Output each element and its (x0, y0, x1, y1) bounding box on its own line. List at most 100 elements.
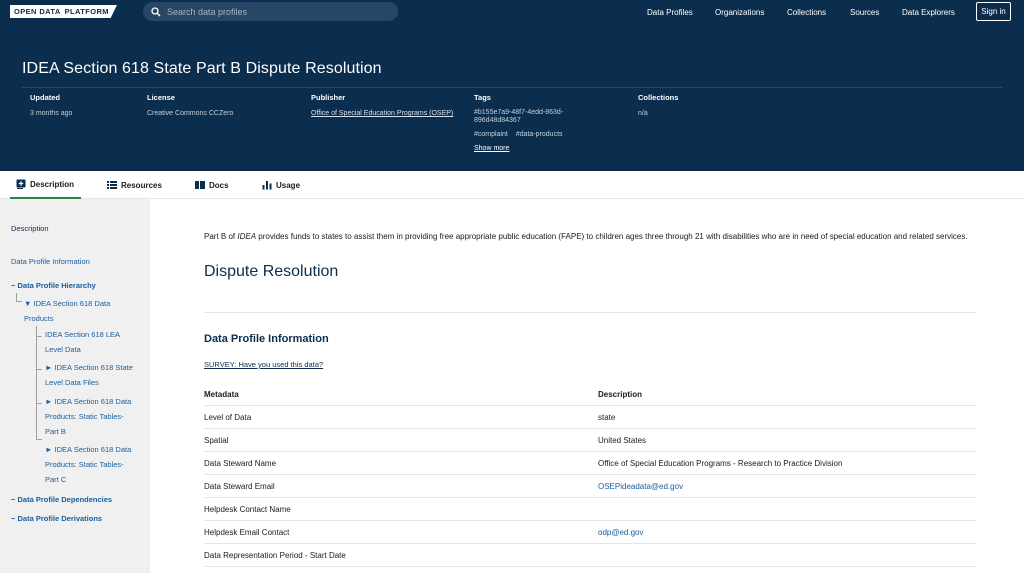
meta-license-label: License (147, 93, 175, 102)
tag-data-products[interactable]: #data-products (516, 131, 563, 138)
sidebar-item-derivations[interactable]: − Data Profile Derivations (11, 514, 102, 523)
tab-docs-label: Docs (209, 180, 229, 190)
table-row: Helpdesk Contact Name (204, 498, 976, 521)
table-row: Spatial United States (204, 429, 976, 452)
meta-tags-label: Tags (474, 93, 491, 102)
table-row: Level of Data state (204, 406, 976, 429)
show-more-link[interactable]: Show more (474, 145, 563, 153)
tab-usage[interactable]: Usage (262, 171, 300, 199)
tree-connector (16, 293, 17, 301)
tab-resources-label: Resources (121, 180, 162, 190)
expanded-triangle-icon: ▼ (24, 299, 32, 308)
row-key: Helpdesk Email Contact (204, 528, 290, 537)
tree-item-state-level-label: IDEA Section 618 State Level Data Files (45, 363, 133, 387)
tab-description-label: Description (30, 179, 75, 189)
site-logo[interactable]: OPEN DATA PLATFORM (10, 5, 117, 18)
row-key: Data Steward Email (204, 482, 275, 491)
table-header-row: Metadata Description (204, 383, 976, 406)
sidebar-item-profile-information[interactable]: Data Profile Information (11, 257, 90, 266)
intro-text-rest: provides funds to states to assist them … (256, 232, 968, 241)
collapse-minus-icon: − (11, 281, 16, 290)
tab-resources[interactable]: Resources (107, 171, 162, 199)
tab-description[interactable]: Description (10, 171, 81, 199)
tree-item-data-products-label: IDEA Section 618 Data Products (24, 299, 111, 323)
collapsed-triangle-icon: ► (45, 363, 53, 372)
intro-text: Part B of (204, 232, 238, 241)
tab-docs[interactable]: Docs (195, 171, 229, 199)
table-row: Helpdesk Email Contact odp@ed.gov (204, 521, 976, 544)
logo-text-platform: PLATFORM (64, 5, 117, 18)
steward-email-link[interactable]: OSEPideadata@ed.gov (598, 482, 683, 491)
search-icon (151, 6, 161, 16)
helpdesk-email-link[interactable]: odp@ed.gov (598, 528, 644, 537)
nav-link-data-profiles[interactable]: Data Profiles (647, 8, 693, 17)
publisher-link[interactable]: Office of Special Education Programs (OS… (311, 110, 453, 118)
sidebar-item-dependencies[interactable]: − Data Profile Dependencies (11, 495, 112, 504)
profile-header: IDEA Section 618 State Part B Dispute Re… (0, 24, 1024, 171)
tree-item-static-b-label: IDEA Section 618 Data Products: Static T… (45, 397, 132, 436)
meta-publisher-label: Publisher (311, 93, 346, 102)
collapse-minus-icon: − (11, 495, 16, 504)
collapsed-triangle-icon: ► (45, 397, 53, 406)
main-content: Part B of IDEA provides funds to states … (150, 199, 1024, 573)
page-title: IDEA Section 618 State Part B Dispute Re… (22, 60, 382, 77)
tag-row: #complaint #data-products (474, 131, 563, 139)
survey-link[interactable]: SURVEY: Have you used this data? (204, 360, 323, 369)
meta-collections-label: Collections (638, 93, 679, 102)
table-row: Data Steward Email OSEPideadata@ed.gov (204, 475, 976, 498)
row-key: Spatial (204, 436, 229, 445)
tree-connector (36, 369, 42, 370)
meta-tags: Tags #b155e7a9-48f7-4edd-863d- 896d48d84… (474, 93, 563, 153)
metadata-table: Metadata Description Level of Data state… (204, 383, 976, 567)
row-value: United States (598, 436, 647, 445)
tree-connector (36, 403, 42, 404)
row-key: Helpdesk Contact Name (204, 505, 291, 514)
meta-license: License Creative Commons CCZero (147, 93, 233, 118)
nav-link-sources[interactable]: Sources (850, 8, 879, 17)
tab-bar: Description Resources Docs Usage (0, 171, 1024, 199)
meta-publisher: Publisher Office of Special Education Pr… (311, 93, 453, 118)
plus-box-icon (16, 179, 26, 189)
tag-id-line1[interactable]: #b155e7a9-48f7-4edd-863d- (474, 109, 563, 117)
tree-item-lea-level-data[interactable]: IDEA Section 618 LEA Level Data (45, 327, 137, 357)
tree-item-state-level-data-files[interactable]: ► IDEA Section 618 State Level Data File… (45, 360, 137, 390)
row-value: Office of Special Education Programs - R… (598, 459, 843, 468)
search-bar[interactable] (143, 2, 398, 21)
bar-chart-icon (262, 180, 272, 190)
search-input[interactable] (167, 6, 387, 17)
row-key: Data Steward Name (204, 459, 277, 468)
sidebar-item-hierarchy[interactable]: − Data Profile Hierarchy (11, 281, 96, 290)
nav-link-collections[interactable]: Collections (787, 8, 826, 17)
collapsed-triangle-icon: ► (45, 445, 53, 454)
tree-item-data-products[interactable]: ▼ IDEA Section 618 Data Products (24, 296, 134, 326)
meta-updated-label: Updated (30, 93, 60, 102)
tag-id-line2[interactable]: 896d48d84367 (474, 117, 563, 125)
meta-collections-value: n/a (638, 110, 648, 117)
nav-link-data-explorers[interactable]: Data Explorers (902, 8, 955, 17)
tree-connector (36, 336, 42, 337)
collapse-minus-icon: − (11, 514, 16, 523)
tag-list: #b155e7a9-48f7-4edd-863d- 896d48d84367 #… (474, 109, 563, 153)
sidebar-hierarchy-label: Data Profile Hierarchy (17, 281, 96, 290)
section-divider (204, 312, 976, 313)
row-key: Level of Data (204, 413, 252, 422)
sign-in-button[interactable]: Sign in (976, 2, 1011, 21)
sidebar-dependencies-label: Data Profile Dependencies (17, 495, 113, 504)
tree-item-static-tables-part-b[interactable]: ► IDEA Section 618 Data Products: Static… (45, 394, 137, 439)
tag-complaint[interactable]: #complaint (474, 131, 508, 138)
nav-link-organizations[interactable]: Organizations (715, 8, 764, 17)
table-row: Data Representation Period - Start Date (204, 544, 976, 567)
tree-connector (16, 301, 22, 302)
meta-license-value: Creative Commons CCZero (147, 110, 234, 117)
docs-icon (195, 180, 205, 190)
section-title-profile-information: Data Profile Information (204, 333, 329, 345)
tree-item-static-c-label: IDEA Section 618 Data Products: Static T… (45, 445, 132, 484)
tree-item-static-tables-part-c[interactable]: ► IDEA Section 618 Data Products: Static… (45, 442, 137, 487)
sidebar-derivations-label: Data Profile Derivations (17, 514, 103, 523)
tab-usage-label: Usage (276, 180, 301, 190)
column-header-description: Description (598, 390, 643, 399)
meta-collections: Collections n/a (638, 93, 678, 118)
table-row: Data Steward Name Office of Special Educ… (204, 452, 976, 475)
sidebar-item-description[interactable]: Description (11, 224, 49, 233)
profile-description: Part B of IDEA provides funds to states … (204, 229, 979, 244)
